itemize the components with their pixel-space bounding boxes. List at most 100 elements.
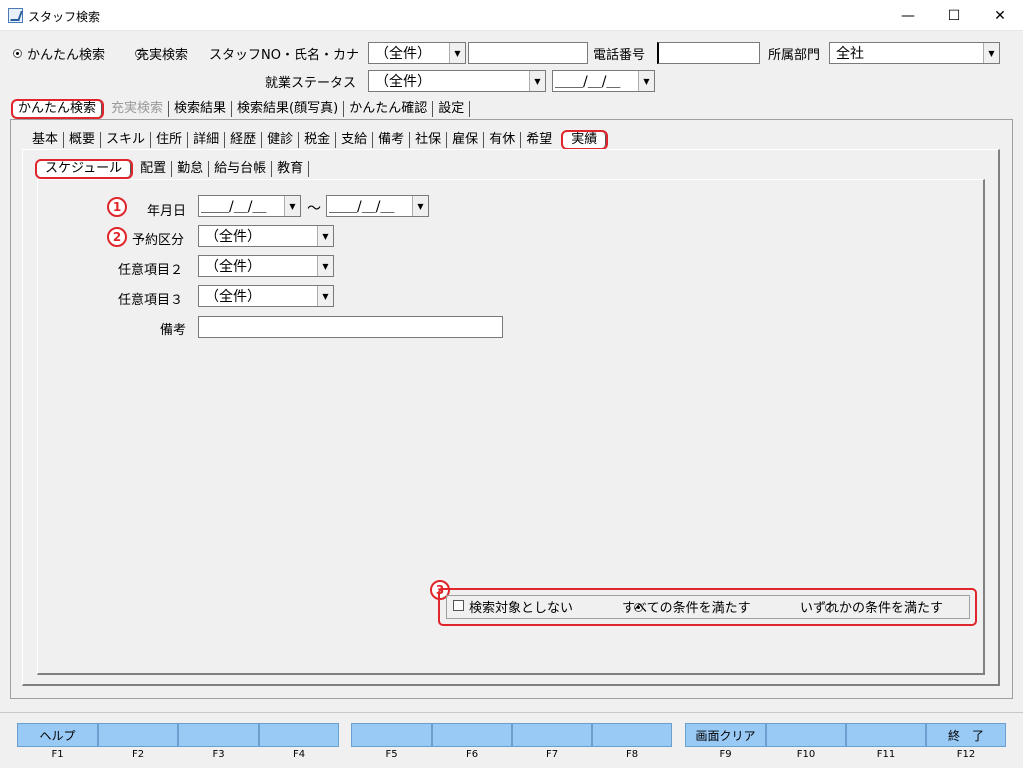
optional-field-2-label: 任意項目２ xyxy=(118,263,184,278)
dept-label: 所属部門 xyxy=(768,48,821,63)
tab-payment[interactable]: 支給 xyxy=(336,132,374,148)
f7-key-label: F7 xyxy=(545,749,559,760)
memo-label: 備考 xyxy=(160,323,187,338)
tab-paid-leave[interactable]: 有休 xyxy=(484,132,522,148)
memo-input[interactable] xyxy=(198,316,503,338)
optional-field-3-label: 任意項目３ xyxy=(118,293,184,308)
f3-button[interactable] xyxy=(178,723,259,747)
maximize-button[interactable]: ☐ xyxy=(931,0,977,31)
tab-overview[interactable]: 概要 xyxy=(64,132,102,148)
f9-clear-button[interactable]: 画面クリア xyxy=(685,723,766,747)
dropdown-arrow-icon[interactable]: ▼ xyxy=(983,43,999,63)
annotation-badge-2: 2 xyxy=(107,227,127,247)
dropdown-arrow-icon[interactable]: ▼ xyxy=(412,196,428,216)
tab-placement[interactable]: 配置 xyxy=(135,161,173,177)
mode-simple-label[interactable]: かんたん検索 xyxy=(27,44,105,63)
tab-career[interactable]: 経歴 xyxy=(225,132,263,148)
dropdown-arrow-icon[interactable]: ▼ xyxy=(638,71,654,91)
tab-schedule[interactable]: スケジュール xyxy=(34,159,134,179)
phone-input[interactable] xyxy=(657,42,760,64)
tab-skill[interactable]: スキル xyxy=(101,132,152,148)
tab-payroll[interactable]: 給与台帳 xyxy=(209,161,273,177)
dropdown-arrow-icon[interactable]: ▼ xyxy=(317,226,333,246)
f6-button[interactable] xyxy=(432,723,512,747)
f2-button[interactable] xyxy=(98,723,178,747)
status-date-picker[interactable]: ＿＿/＿/＿ ▼ xyxy=(552,70,655,92)
f12-exit-button[interactable]: 終 了 xyxy=(926,723,1006,747)
f10-key-label: F10 xyxy=(796,749,816,760)
f5-button[interactable] xyxy=(351,723,432,747)
staff-label: スタッフNO・氏名・カナ xyxy=(209,48,359,63)
tab-settings[interactable]: 設定 xyxy=(433,101,471,117)
f5-key-label: F5 xyxy=(385,749,398,760)
dept-select-value: 全社 xyxy=(836,46,864,62)
date-from-value: ＿＿/＿/＿ xyxy=(201,199,267,215)
title-bar: スタッフ検索 — ☐ ✕ xyxy=(0,0,1023,31)
dropdown-arrow-icon[interactable]: ▼ xyxy=(317,286,333,306)
app-icon xyxy=(8,8,23,23)
dropdown-arrow-icon[interactable]: ▼ xyxy=(449,43,465,63)
close-button[interactable]: ✕ xyxy=(977,0,1023,31)
f9-key-label: F9 xyxy=(719,749,732,760)
main-tab-bar: かんたん検索 充実検索 検索結果 検索結果(顔写真) かんたん確認 設定 xyxy=(10,99,471,119)
dept-select[interactable]: 全社 ▼ xyxy=(829,42,1000,64)
tab-health[interactable]: 健診 xyxy=(262,132,300,148)
f4-button[interactable] xyxy=(259,723,339,747)
booking-select-value: （全件） xyxy=(205,229,261,245)
match-all-label[interactable]: すべての条件を満たす xyxy=(622,597,751,616)
date-to-picker[interactable]: ＿＿/＿/＿ ▼ xyxy=(326,195,429,217)
dropdown-arrow-icon[interactable]: ▼ xyxy=(317,256,333,276)
f8-button[interactable] xyxy=(592,723,672,747)
tab-address[interactable]: 住所 xyxy=(151,132,189,148)
tab-simple-search[interactable]: かんたん検索 xyxy=(10,99,105,119)
match-any-label[interactable]: いずれかの条件を満たす xyxy=(800,597,943,616)
booking-select[interactable]: （全件） ▼ xyxy=(198,225,334,247)
dropdown-arrow-icon[interactable]: ▼ xyxy=(529,71,545,91)
f12-key-label: F12 xyxy=(956,749,976,760)
tab-search-results[interactable]: 検索結果 xyxy=(169,101,233,117)
date-from-picker[interactable]: ＿＿/＿/＿ ▼ xyxy=(198,195,301,217)
tab-simple-confirm[interactable]: かんたん確認 xyxy=(344,101,434,117)
dropdown-arrow-icon[interactable]: ▼ xyxy=(284,196,300,216)
date-range-tilde: 〜 xyxy=(307,201,321,217)
f11-button[interactable] xyxy=(846,723,926,747)
staff-select-value: （全件） xyxy=(375,46,431,62)
tab-education[interactable]: 教育 xyxy=(272,161,310,177)
staff-text-input[interactable] xyxy=(468,42,588,64)
f6-key-label: F6 xyxy=(465,749,479,760)
f10-button[interactable] xyxy=(766,723,846,747)
phone-label: 電話番号 xyxy=(593,48,646,63)
mode-simple-radio[interactable] xyxy=(13,49,22,58)
tab-notes[interactable]: 備考 xyxy=(373,132,411,148)
optional-field-3-select[interactable]: （全件） ▼ xyxy=(198,285,334,307)
tab-search-results-photo[interactable]: 検索結果(顔写真) xyxy=(232,101,345,117)
mode-full-label[interactable]: 充実検索 xyxy=(136,44,188,63)
exclude-checkbox[interactable] xyxy=(453,600,464,611)
tab-tax[interactable]: 税金 xyxy=(299,132,337,148)
date-to-value: ＿＿/＿/＿ xyxy=(329,199,395,215)
staff-select[interactable]: （全件） ▼ xyxy=(368,42,466,64)
tab-employment-insurance[interactable]: 雇保 xyxy=(447,132,485,148)
f2-key-label: F2 xyxy=(131,749,145,760)
status-select[interactable]: （全件） ▼ xyxy=(368,70,546,92)
tab-details[interactable]: 詳細 xyxy=(188,132,226,148)
annotation-badge-1: 1 xyxy=(107,197,127,217)
tab-results[interactable]: 実績 xyxy=(561,130,609,150)
tab-wishes[interactable]: 希望 xyxy=(521,132,557,148)
optional-field-2-select[interactable]: （全件） ▼ xyxy=(198,255,334,277)
exclude-label[interactable]: 検索対象としない xyxy=(469,597,573,616)
f11-key-label: F11 xyxy=(876,749,896,760)
f1-help-button[interactable]: ヘルプ xyxy=(17,723,98,747)
tab-full-search[interactable]: 充実検索 xyxy=(106,101,170,117)
window-title: スタッフ検索 xyxy=(28,10,101,24)
tab-social-insurance[interactable]: 社保 xyxy=(410,132,448,148)
date-label: 年月日 xyxy=(147,204,187,219)
f8-key-label: F8 xyxy=(625,749,639,760)
f7-button[interactable] xyxy=(512,723,592,747)
f4-key-label: F4 xyxy=(292,749,306,760)
tab-basic[interactable]: 基本 xyxy=(27,132,65,148)
status-select-value: （全件） xyxy=(375,74,431,90)
f1-key-label: F1 xyxy=(51,749,64,760)
minimize-button[interactable]: — xyxy=(885,0,931,31)
tab-attendance[interactable]: 勤怠 xyxy=(172,161,210,177)
